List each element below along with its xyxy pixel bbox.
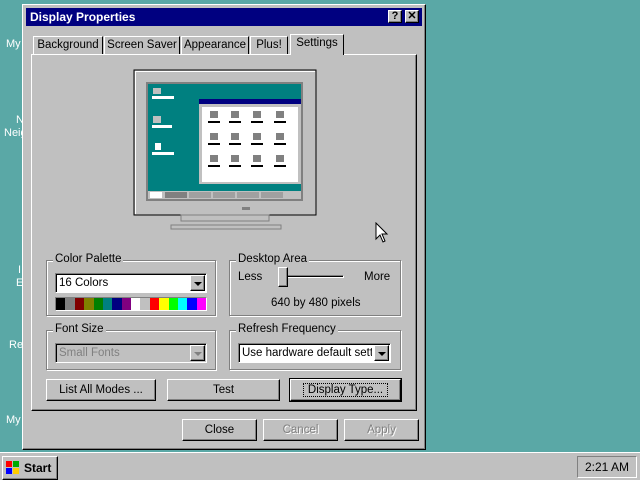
chevron-down-icon[interactable] xyxy=(190,345,205,361)
slider-thumb[interactable] xyxy=(278,267,288,287)
tab-appearance[interactable]: Appearance xyxy=(181,36,249,54)
tab-screen-saver[interactable]: Screen Saver xyxy=(104,36,180,54)
color-palette-value: 16 Colors xyxy=(59,277,109,289)
chevron-down-icon[interactable] xyxy=(190,275,205,291)
color-palette-select[interactable]: 16 Colors xyxy=(55,273,207,293)
display-properties-dialog: Display Properties ? ✕ Background Screen… xyxy=(22,4,426,450)
tab-plus[interactable]: Plus! xyxy=(250,36,288,54)
help-button[interactable]: ? xyxy=(388,10,402,23)
color-swatch xyxy=(140,298,150,310)
color-swatch xyxy=(168,298,178,310)
color-swatch xyxy=(84,298,94,310)
font-size-select[interactable]: Small Fonts xyxy=(55,343,207,363)
color-swatch xyxy=(93,298,103,310)
chevron-down-icon[interactable] xyxy=(374,345,389,361)
title-bar[interactable]: Display Properties ? ✕ xyxy=(26,8,422,26)
color-palette-group: Color Palette 16 Colors xyxy=(46,253,216,316)
more-label: More xyxy=(364,271,391,283)
list-all-modes-button[interactable]: List All Modes ... xyxy=(46,379,156,401)
desktop-area-label: Desktop Area xyxy=(236,253,310,265)
color-swatch xyxy=(112,298,122,310)
color-swatch xyxy=(149,298,160,310)
display-type-label: Display Type... xyxy=(302,383,389,397)
resolution-text: 640 by 480 pixels xyxy=(271,297,361,309)
color-swatch xyxy=(65,298,75,310)
clock[interactable]: 2:21 AM xyxy=(577,456,637,478)
refresh-frequency-value: Use hardware default setting xyxy=(242,347,372,359)
desktop-area-group: Desktop Area Less More 640 by 480 pixels xyxy=(229,253,401,316)
desktop-icon-label[interactable]: I xyxy=(18,264,21,276)
less-label: Less xyxy=(238,271,263,283)
refresh-frequency-label: Refresh Frequency xyxy=(236,323,338,335)
color-swatch xyxy=(196,298,206,310)
tab-settings[interactable]: Settings xyxy=(290,34,344,55)
desktop-icon-label[interactable]: Re xyxy=(9,339,23,351)
color-swatch xyxy=(102,298,113,310)
start-label: Start xyxy=(24,461,52,475)
close-icon[interactable]: ✕ xyxy=(405,10,419,23)
font-size-group: Font Size Small Fonts xyxy=(46,323,216,370)
color-swatch xyxy=(131,298,141,310)
color-swatch xyxy=(56,298,66,310)
test-button[interactable]: Test xyxy=(167,379,280,401)
dialog-title: Display Properties xyxy=(30,10,136,24)
mouse-pointer-icon xyxy=(375,222,389,243)
color-palette-label: Color Palette xyxy=(53,253,124,265)
refresh-frequency-select[interactable]: Use hardware default setting xyxy=(238,343,391,363)
windows-logo-icon xyxy=(6,461,19,474)
close-button[interactable]: Close xyxy=(182,419,257,441)
font-size-value: Small Fonts xyxy=(59,347,120,359)
taskbar: Start 2:21 AM xyxy=(0,452,640,480)
tab-background[interactable]: Background xyxy=(33,36,103,54)
settings-panel: Color Palette 16 Colors Desktop Area Les… xyxy=(31,54,417,411)
color-swatch xyxy=(159,298,169,310)
color-swatch xyxy=(121,298,131,310)
desktop-icon-label[interactable]: My xyxy=(6,38,21,50)
cancel-button[interactable]: Cancel xyxy=(263,419,338,441)
desktop-icon-label[interactable]: My xyxy=(6,414,21,426)
apply-button[interactable]: Apply xyxy=(344,419,419,441)
font-size-label: Font Size xyxy=(53,323,106,335)
start-button[interactable]: Start xyxy=(2,456,58,480)
color-swatch xyxy=(187,298,197,310)
monitor-preview xyxy=(133,69,317,230)
display-type-button[interactable]: Display Type... xyxy=(289,378,402,402)
color-swatch xyxy=(177,298,188,310)
color-swatch-bar xyxy=(55,297,207,311)
color-swatch xyxy=(74,298,85,310)
refresh-frequency-group: Refresh Frequency Use hardware default s… xyxy=(229,323,401,370)
